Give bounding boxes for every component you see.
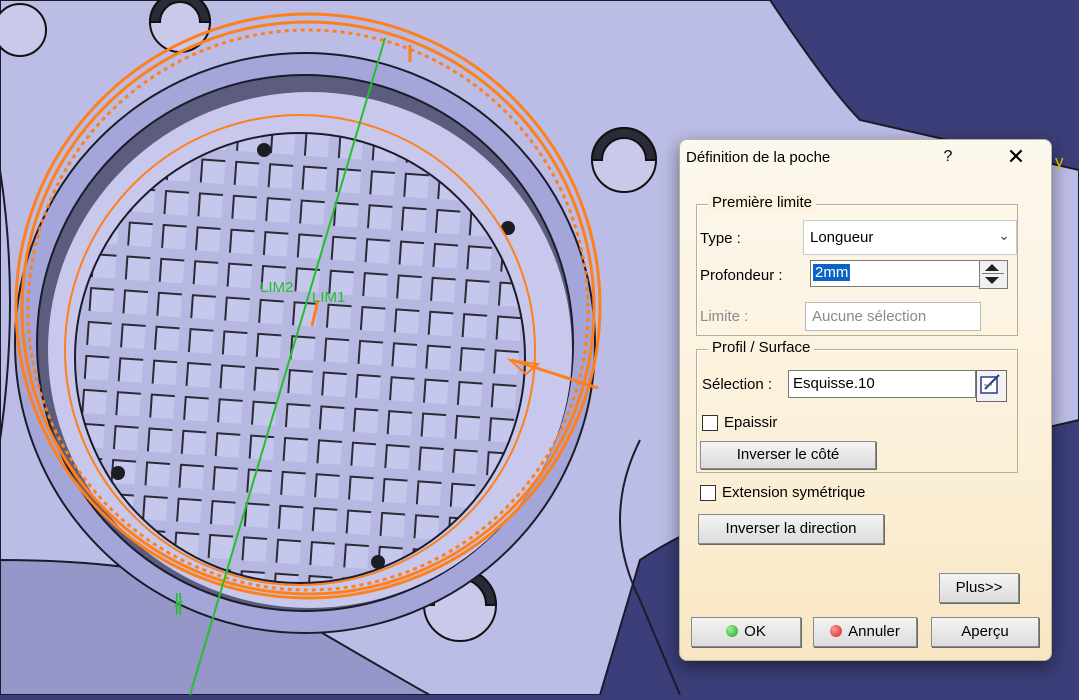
reverse-side-button[interactable]: Inverser le côté: [700, 441, 876, 469]
lim2-label: LIM2: [260, 279, 293, 296]
lim1-label: LIM1: [312, 289, 345, 306]
depth-label: Profondeur :: [700, 267, 783, 284]
symmetric-extension-label: Extension symétrique: [722, 484, 866, 501]
dialog-titlebar[interactable]: Définition de la poche ? ✕: [680, 140, 1051, 176]
selection-label: Sélection :: [702, 376, 773, 393]
limit-field: Aucune sélection: [805, 302, 981, 331]
depth-input[interactable]: 2mm: [810, 260, 980, 287]
ok-button[interactable]: OK: [691, 617, 801, 647]
profile-surface-legend: Profil / Surface: [708, 339, 815, 356]
help-button[interactable]: ?: [936, 146, 960, 170]
limit-value: Aucune sélection: [812, 308, 927, 325]
edit-sketch-button[interactable]: [976, 370, 1007, 402]
pocket-definition-dialog: Définition de la poche ? ✕ Première limi…: [679, 139, 1052, 661]
depth-spinner[interactable]: [979, 260, 1008, 289]
type-select[interactable]: Longueur ⌄: [803, 220, 1017, 255]
axis-letter: y: [1055, 152, 1064, 171]
cancel-button[interactable]: Annuler: [813, 617, 917, 647]
more-button[interactable]: Plus>>: [939, 573, 1019, 603]
thicken-label: Epaissir: [724, 414, 778, 431]
type-label: Type :: [700, 230, 741, 247]
symmetric-extension-checkbox[interactable]: [700, 485, 716, 501]
selection-field[interactable]: Esquisse.10: [788, 370, 976, 398]
chevron-down-icon: ⌄: [998, 227, 1010, 243]
spin-up-icon[interactable]: [985, 264, 999, 271]
reverse-direction-button[interactable]: Inverser la direction: [698, 514, 884, 544]
depth-value: 2mm: [813, 264, 851, 281]
spin-down-icon[interactable]: [985, 277, 999, 284]
preview-button[interactable]: Aperçu: [931, 617, 1039, 647]
ok-icon: [726, 625, 739, 637]
cancel-icon: [830, 625, 843, 637]
cancel-label: Annuler: [848, 623, 900, 640]
first-limit-legend: Première limite: [708, 194, 817, 211]
selection-value: Esquisse.10: [793, 375, 875, 392]
type-value: Longueur: [810, 229, 874, 246]
ok-label: OK: [744, 623, 766, 640]
dialog-title: Définition de la poche: [686, 149, 831, 166]
limit-label: Limite :: [700, 308, 749, 325]
close-button[interactable]: ✕: [1002, 146, 1030, 170]
sketch-edit-icon: [980, 374, 1000, 394]
thicken-checkbox[interactable]: [702, 415, 718, 431]
svg-text:∦: ∦: [173, 591, 184, 616]
